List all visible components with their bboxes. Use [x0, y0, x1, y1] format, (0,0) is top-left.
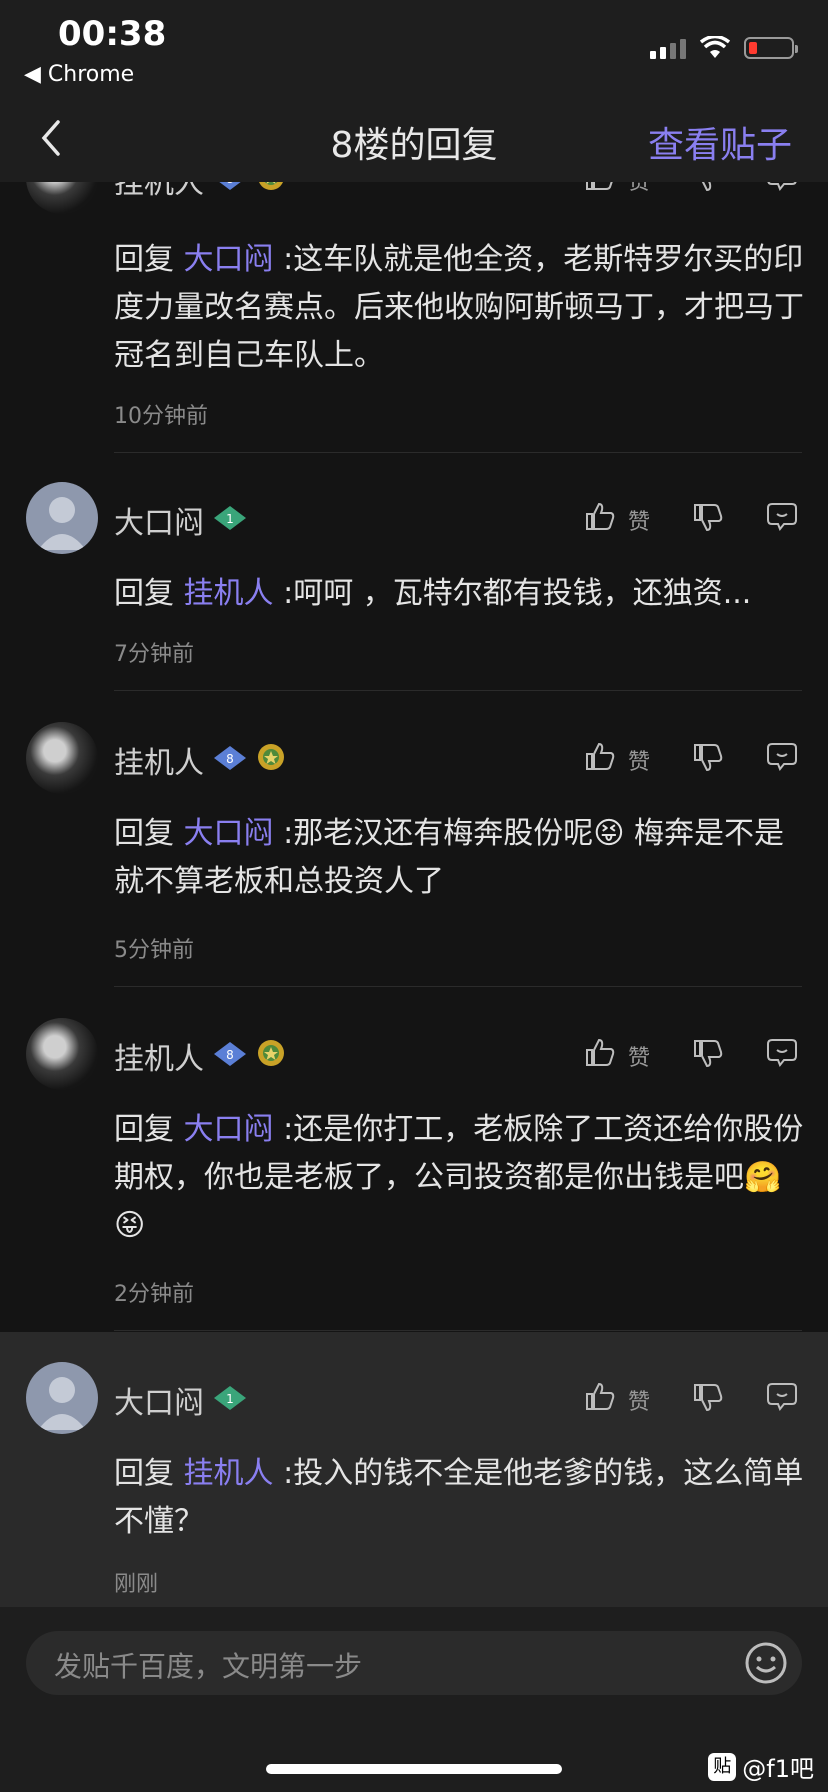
- dislike-icon[interactable]: [692, 502, 724, 538]
- top-bar: 00:38 ◀ Chrome 8楼的回复 查看贴子: [0, 0, 828, 182]
- reply-comment-icon[interactable]: [766, 740, 798, 776]
- status-icons: [650, 36, 798, 60]
- battery-icon: [744, 37, 798, 59]
- comment-time: 7分钟前: [114, 642, 194, 667]
- status-time: 00:38: [58, 14, 167, 54]
- comment-time: 刚刚: [114, 1572, 159, 1597]
- username[interactable]: 大口闷: [114, 498, 204, 542]
- watermark-logo: 贴: [708, 1752, 737, 1781]
- reply-comment-icon[interactable]: [766, 1036, 798, 1072]
- user-avatar[interactable]: [26, 1362, 98, 1434]
- comment-text: 回复 大口闷 :那老汉还有梅奔股份呢😝 梅奔是不是就不算老板和总投资人了: [114, 810, 804, 906]
- comment-body: :呵呵 ，瓦特尔都有投钱，还独资...: [283, 576, 752, 611]
- medal-icon: [256, 1038, 286, 1068]
- comment-time: 10分钟前: [114, 404, 208, 429]
- reply-prefix: 回复: [114, 1456, 174, 1491]
- username[interactable]: 挂机人: [114, 1034, 204, 1078]
- like-label[interactable]: 赞: [628, 504, 650, 536]
- view-post-button[interactable]: 查看贴子: [648, 116, 792, 168]
- like-icon[interactable]: [584, 1380, 616, 1416]
- reply-comment-icon[interactable]: [766, 500, 798, 536]
- reply-input[interactable]: 发贴千百度，文明第一步: [26, 1631, 802, 1695]
- mention-link[interactable]: 大口闷: [184, 816, 274, 851]
- reply-comment-icon[interactable]: [766, 1380, 798, 1416]
- comment-text: 回复 大口闷 :这车队就是他全资，老斯特罗尔买的印度力量改名赛点。后来他收购阿斯…: [114, 236, 804, 380]
- comment-text: 回复 大口闷 :还是你打工，老板除了工资还给你股份期权，你也是老板了，公司投资都…: [114, 1106, 804, 1250]
- dislike-icon[interactable]: [692, 742, 724, 778]
- comment-divider: [114, 1330, 802, 1331]
- user-avatar[interactable]: [26, 1018, 98, 1090]
- watermark-text: @f1吧: [742, 1755, 814, 1783]
- reply-prefix: 回复: [114, 1112, 174, 1147]
- comment-text: 回复 挂机人 :呵呵 ，瓦特尔都有投钱，还独资...: [114, 570, 804, 618]
- like-label[interactable]: 赞: [628, 1040, 650, 1072]
- like-icon[interactable]: [584, 500, 616, 536]
- back-to-app-link[interactable]: ◀ Chrome: [24, 62, 134, 87]
- reply-prefix: 回复: [114, 576, 174, 611]
- medal-icon: [256, 742, 286, 772]
- level-badge-icon: 1: [212, 504, 248, 532]
- reply-input-placeholder: 发贴千百度，文明第一步: [54, 1650, 363, 1683]
- mention-link[interactable]: 挂机人: [184, 1456, 274, 1491]
- like-label[interactable]: 赞: [628, 1384, 650, 1416]
- reply-prefix: 回复: [114, 242, 174, 277]
- home-indicator[interactable]: [266, 1764, 562, 1774]
- mention-link[interactable]: 挂机人: [184, 576, 274, 611]
- level-badge-number: 8: [226, 1048, 234, 1062]
- watermark: 贴 @f1吧: [708, 1749, 814, 1784]
- username[interactable]: 挂机人: [114, 738, 204, 782]
- reply-prefix: 回复: [114, 816, 174, 851]
- level-badge-icon: 1: [212, 1384, 248, 1412]
- user-avatar[interactable]: [26, 482, 98, 554]
- level-badge-icon: 8: [212, 744, 248, 772]
- username[interactable]: 大口闷: [114, 1378, 204, 1422]
- comment-time: 5分钟前: [114, 938, 194, 963]
- back-app-label: Chrome: [47, 62, 135, 87]
- comment-divider: [114, 986, 802, 987]
- level-badge-number: 1: [226, 512, 234, 526]
- level-badge-icon: 8: [212, 1040, 248, 1068]
- comment-divider: [114, 452, 802, 453]
- like-label[interactable]: 赞: [628, 744, 650, 776]
- user-avatar[interactable]: [26, 722, 98, 794]
- dislike-icon[interactable]: [692, 1038, 724, 1074]
- level-badge-number: 8: [226, 752, 234, 766]
- emoji-icon[interactable]: [744, 1641, 788, 1685]
- comment-divider: [114, 690, 802, 691]
- like-icon[interactable]: [584, 740, 616, 776]
- comment-text: 回复 挂机人 :投入的钱不全是他老爹的钱，这么简单不懂？: [114, 1450, 804, 1546]
- level-badge-number: 1: [226, 1392, 234, 1406]
- mention-link[interactable]: 大口闷: [184, 242, 274, 277]
- cellular-signal-icon: [650, 37, 686, 59]
- dislike-icon[interactable]: [692, 1382, 724, 1418]
- comment-time: 2分钟前: [114, 1282, 194, 1307]
- mention-link[interactable]: 大口闷: [184, 1112, 274, 1147]
- like-icon[interactable]: [584, 1036, 616, 1072]
- wifi-icon: [700, 36, 730, 58]
